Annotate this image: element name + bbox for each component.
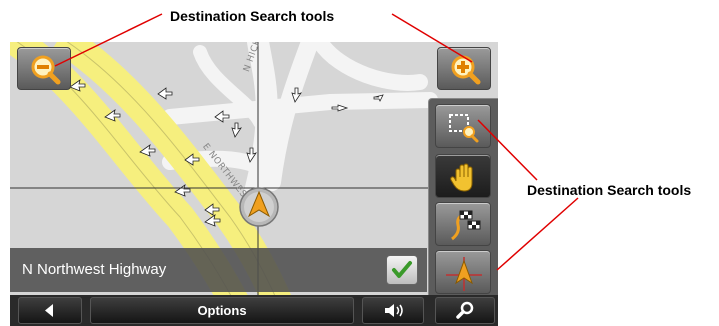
bottom-bar: Options [10,295,498,326]
confirm-button[interactable] [386,255,418,285]
callout-label-right: Destination Search tools [527,182,692,198]
speaker-icon [385,304,403,317]
current-position-marker [239,187,279,227]
hand-pan-icon [450,163,473,192]
street-name-bar: N Northwest Highway [10,248,427,292]
navigation-screen: N HICKORY E NORTHWEST HWY N Northwest Hi… [10,42,498,326]
volume-button[interactable] [362,297,424,324]
checkmark-icon [392,261,412,278]
zoom-out-button[interactable] [17,47,71,90]
current-position-icon [446,257,482,291]
route-button[interactable] [435,202,491,246]
zoom-out-magnifier-icon [31,55,61,85]
pan-button[interactable] [435,154,491,198]
options-button[interactable]: Options [90,297,354,324]
left-arrow-icon [45,304,53,317]
route-flags-icon [451,210,481,241]
search-button[interactable] [435,297,495,324]
callout-label-top: Destination Search tools [170,8,335,24]
area-select-button[interactable] [435,104,491,148]
magnifier-icon [456,301,474,319]
zoom-in-magnifier-icon [451,55,481,85]
zoom-in-button[interactable] [437,47,491,90]
area-select-icon [449,114,479,143]
street-name-label: N Northwest Highway [22,261,167,278]
back-button[interactable] [18,297,82,324]
current-position-button[interactable] [435,250,491,294]
